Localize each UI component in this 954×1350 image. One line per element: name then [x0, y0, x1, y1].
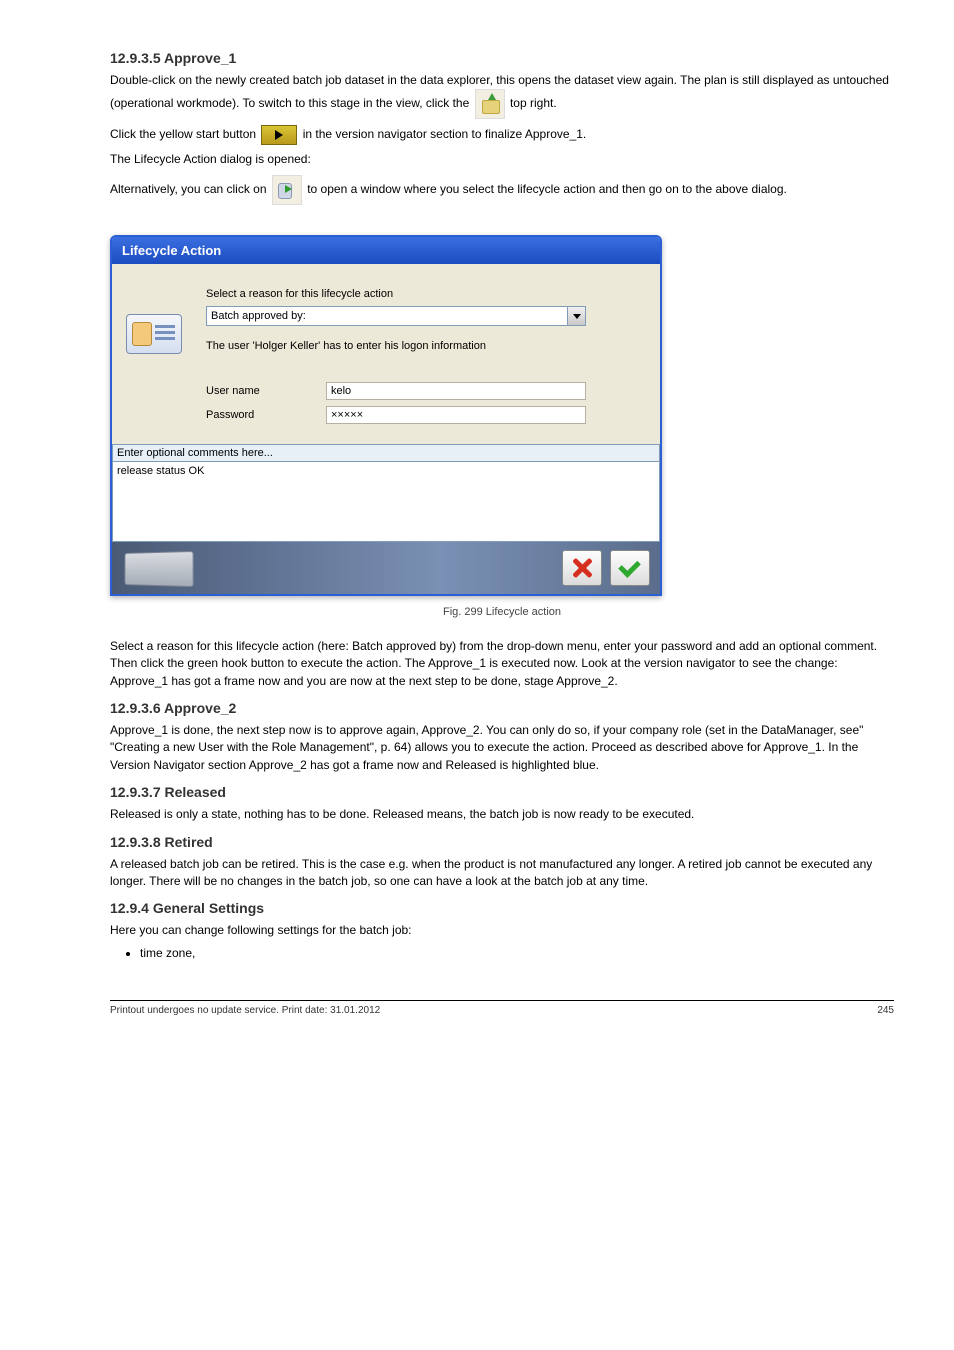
play-icon: [261, 125, 297, 145]
cancel-button[interactable]: [562, 550, 602, 586]
id-card-icon: [126, 314, 182, 354]
decorative-box-icon: [125, 551, 194, 587]
paragraph: A released batch job can be retired. Thi…: [110, 856, 894, 891]
username-input[interactable]: [326, 382, 586, 400]
text: Click the yellow start button: [110, 128, 256, 142]
ok-button[interactable]: [610, 550, 650, 586]
footer-left: Printout undergoes no update service. Pr…: [110, 1005, 380, 1016]
text: in the version navigator section to fina…: [303, 128, 587, 142]
x-icon: [570, 556, 594, 580]
paragraph: Released is only a state, nothing has to…: [110, 806, 894, 823]
reason-combobox-input[interactable]: [207, 307, 567, 325]
section-heading: 12.9.4 General Settings: [110, 900, 894, 916]
text: Alternatively, you can click on: [110, 182, 267, 196]
list-item: time zone,: [140, 946, 894, 960]
user-message: The user 'Holger Keller' has to enter hi…: [206, 340, 646, 352]
export-icon: [272, 175, 302, 205]
bullet-list: time zone,: [140, 946, 894, 960]
paragraph: Alternatively, you can click on to open …: [110, 175, 894, 205]
paragraph: Here you can change following settings f…: [110, 922, 894, 939]
chevron-down-icon[interactable]: [567, 307, 585, 325]
password-input[interactable]: [326, 406, 586, 424]
paragraph: Select a reason for this lifecycle actio…: [110, 638, 894, 690]
page-footer: Printout undergoes no update service. Pr…: [110, 1000, 894, 1016]
check-icon: [617, 558, 643, 578]
folder-up-icon: [475, 89, 505, 119]
paragraph: The Lifecycle Action dialog is opened:: [110, 151, 894, 168]
reason-label: Select a reason for this lifecycle actio…: [206, 288, 646, 300]
paragraph: Double-click on the newly created batch …: [110, 72, 894, 119]
paragraph: Click the yellow start button in the ver…: [110, 125, 894, 145]
username-label: User name: [206, 385, 326, 397]
text: top right.: [510, 97, 557, 111]
paragraph: Approve_1 is done, the next step now is …: [110, 722, 894, 774]
reason-combobox[interactable]: [206, 306, 586, 326]
password-label: Password: [206, 409, 326, 421]
section-heading: 12.9.3.7 Released: [110, 784, 894, 800]
section-heading: 12.9.3.5 Approve_1: [110, 50, 894, 66]
comment-header: Enter optional comments here...: [112, 444, 660, 462]
section-heading: 12.9.3.6 Approve_2: [110, 700, 894, 716]
figure-caption: Fig. 299 Lifecycle action: [110, 606, 894, 618]
lifecycle-action-dialog: Lifecycle Action Select a reason for thi…: [110, 235, 662, 596]
dialog-title: Lifecycle Action: [112, 237, 660, 264]
footer-page-number: 245: [877, 1005, 894, 1016]
section-heading: 12.9.3.8 Retired: [110, 834, 894, 850]
text: to open a window where you select the li…: [307, 182, 787, 196]
comment-textarea[interactable]: release status OK: [112, 462, 660, 542]
